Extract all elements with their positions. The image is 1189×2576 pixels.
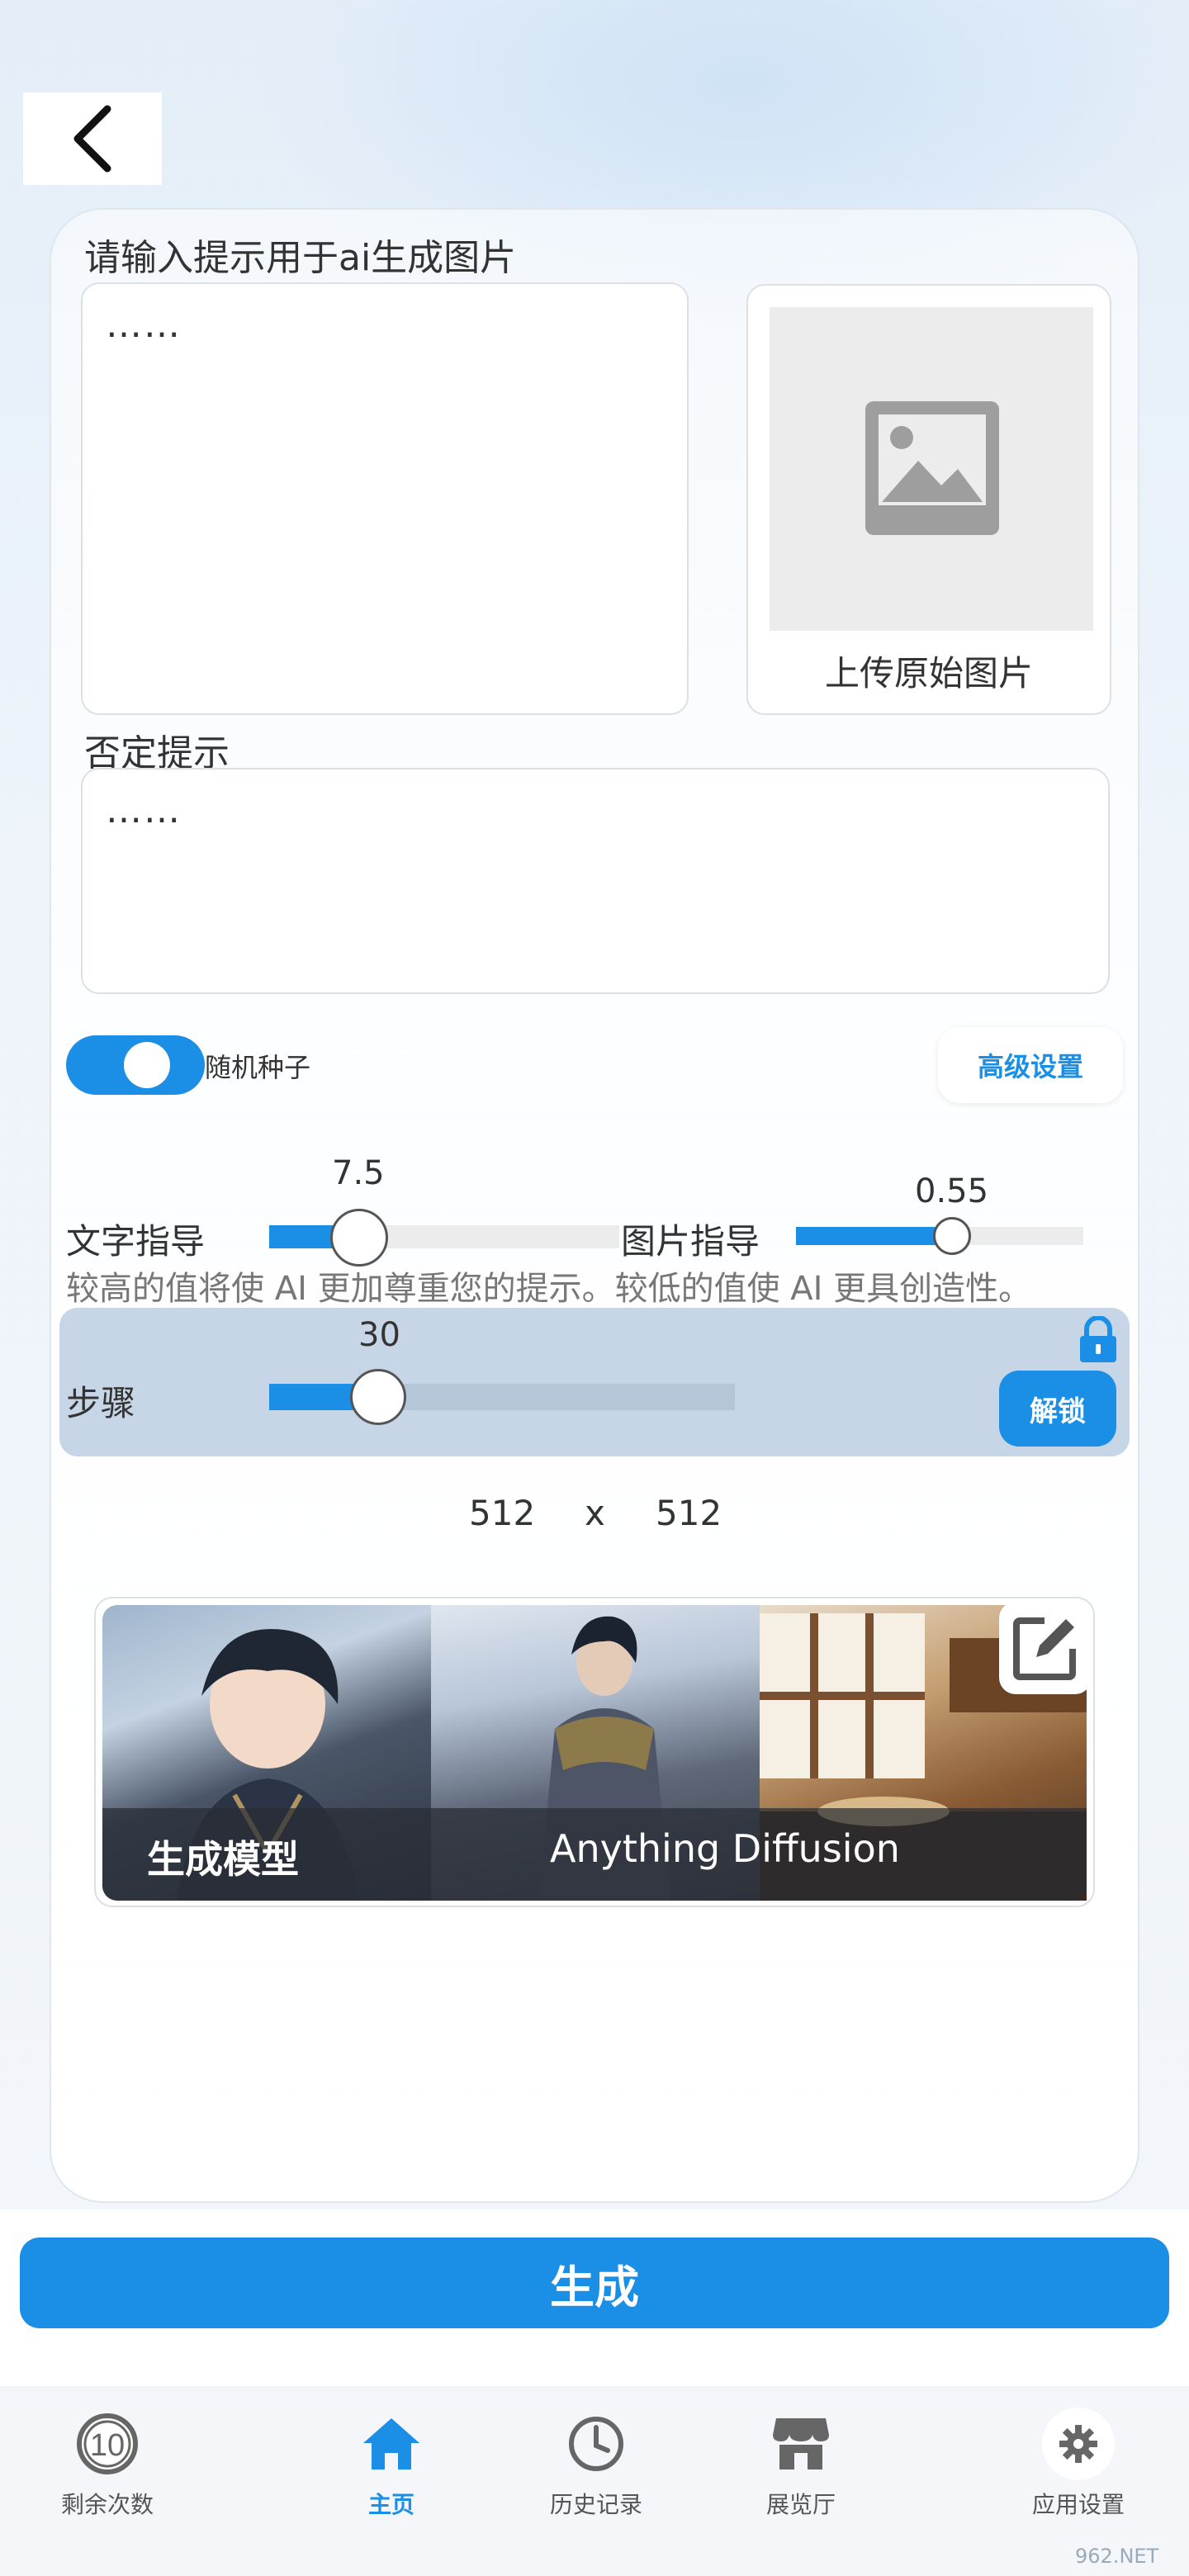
nav-item-home[interactable]: 主页 xyxy=(309,2408,474,2520)
image-guidance-handle[interactable] xyxy=(933,1217,971,1255)
nav-label-remaining: 剩余次数 xyxy=(60,2491,154,2518)
nav-label-gallery: 展览厅 xyxy=(765,2491,836,2518)
store-icon xyxy=(765,2408,837,2480)
text-guidance-handle[interactable] xyxy=(330,1209,388,1267)
nav-label-settings: 应用设置 xyxy=(1031,2491,1125,2518)
remaining-count: 10 xyxy=(90,2428,125,2463)
lock-icon xyxy=(1080,1316,1116,1362)
nav-item-history[interactable]: 历史记录 xyxy=(514,2408,679,2520)
image-guidance-value: 0.55 xyxy=(915,1172,989,1210)
advanced-settings-button[interactable]: 高级设置 xyxy=(938,1027,1123,1103)
text-guidance-value: 7.5 xyxy=(332,1154,385,1192)
text-guidance-label: 文字指导 xyxy=(66,1221,206,1262)
steps-locked-panel xyxy=(59,1308,1130,1456)
clock-icon xyxy=(560,2408,632,2480)
toggle-knob xyxy=(124,1042,170,1088)
edit-icon xyxy=(1013,1617,1076,1680)
model-name: Anything Diffusion xyxy=(550,1826,900,1871)
nav-item-settings[interactable]: 应用设置 xyxy=(996,2408,1161,2520)
watermark: 962.NET xyxy=(1075,2545,1159,2568)
prompt-value: …… xyxy=(106,304,182,346)
nav-item-remaining[interactable]: 10 剩余次数 xyxy=(25,2408,190,2520)
negative-prompt-input[interactable]: …… xyxy=(81,768,1110,994)
nav-item-gallery[interactable]: 展览厅 xyxy=(718,2408,883,2520)
random-seed-label: 随机种子 xyxy=(205,1052,311,1083)
nav-label-history: 历史记录 xyxy=(549,2491,642,2518)
image-icon xyxy=(865,401,999,535)
back-button[interactable] xyxy=(23,92,162,185)
size-width[interactable]: 512 xyxy=(469,1493,535,1533)
model-section-title: 生成模型 xyxy=(147,1837,299,1882)
negative-prompt-value: …… xyxy=(106,789,182,831)
upload-label: 上传原始图片 xyxy=(824,653,1033,694)
nav-label-home: 主页 xyxy=(367,2491,414,2518)
size-height[interactable]: 512 xyxy=(656,1493,722,1533)
steps-label: 步骤 xyxy=(66,1383,136,1423)
home-icon xyxy=(355,2408,428,2480)
generate-button[interactable]: 生成 xyxy=(20,2237,1169,2328)
prompt-input[interactable]: …… xyxy=(81,282,689,715)
chevron-left-icon xyxy=(73,105,111,173)
guidance-hint: 较高的值将使 AI 更加尊重您的提示。较低的值使 AI 更具创造性。 xyxy=(66,1270,1032,1308)
unlock-button[interactable]: 解锁 xyxy=(999,1371,1116,1447)
counter-icon: 10 xyxy=(71,2408,144,2480)
steps-value: 30 xyxy=(358,1316,400,1354)
prompt-label: 请输入提示用于ai生成图片 xyxy=(84,237,517,279)
image-guidance-label: 图片指导 xyxy=(621,1221,760,1262)
steps-handle xyxy=(350,1369,406,1425)
edit-model-button[interactable] xyxy=(999,1602,1092,1694)
gear-icon xyxy=(1042,2408,1115,2480)
size-separator: x xyxy=(585,1493,605,1533)
image-placeholder xyxy=(770,307,1093,631)
image-guidance-fill xyxy=(796,1227,951,1245)
upload-image-button[interactable]: 上传原始图片 xyxy=(746,284,1111,715)
